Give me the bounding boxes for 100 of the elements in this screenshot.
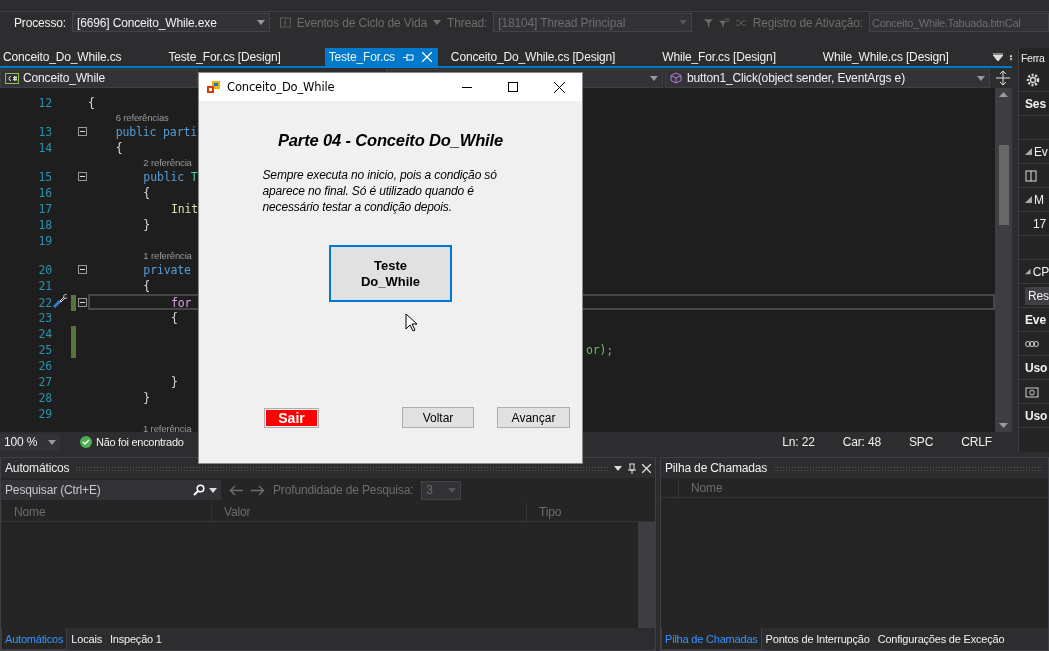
scrollbar-thumb[interactable]: [998, 145, 1009, 225]
panel-tab[interactable]: Pilha de Chamadas: [661, 628, 762, 650]
chain-icon[interactable]: [1025, 339, 1039, 348]
group-label: Ev: [1034, 144, 1048, 159]
change-marker: [71, 295, 76, 311]
whitespace-indicator: SPC: [909, 435, 934, 449]
line-number: 26: [37, 359, 52, 373]
code-line: private: [143, 263, 191, 277]
document-tab[interactable]: Conceito_Do_While.cs: [0, 48, 166, 66]
tab-list-icon[interactable]: [992, 53, 1003, 61]
line-number: 22: [37, 296, 52, 310]
code-line: or);: [586, 343, 614, 357]
process-label: Processo:: [14, 15, 66, 30]
back-button[interactable]: Voltar: [402, 407, 474, 428]
panel-tab[interactable]: Inspeção 1: [105, 628, 166, 650]
next-button[interactable]: Avançar: [497, 407, 570, 428]
metric-value: 17: [1033, 216, 1047, 231]
line-number: 17: [37, 202, 52, 216]
panel-tab[interactable]: Configurações de Exceção: [873, 628, 1009, 650]
pin-icon[interactable]: [628, 462, 636, 474]
collapse-icon[interactable]: [78, 298, 87, 307]
reference-count[interactable]: 1 referência: [88, 422, 192, 432]
search-icon[interactable]: [193, 484, 205, 496]
caret-icon: [448, 487, 457, 493]
csharp-file-icon: [5, 72, 19, 84]
line-number: 21: [37, 279, 52, 293]
panel-title[interactable]: Ferra: [1021, 52, 1045, 64]
code-line: Init: [171, 202, 199, 216]
line-number: 19: [37, 234, 52, 248]
code-line: {: [115, 141, 123, 155]
pointer-icon: [405, 313, 417, 332]
search-field[interactable]: Pesquisar (Ctrl+E): [1, 480, 221, 500]
caret-icon: [977, 75, 985, 81]
panel-tab[interactable]: Locais: [67, 628, 106, 650]
maximize-icon: [508, 82, 518, 92]
thread-label: Thread:: [446, 15, 488, 30]
collapse-icon[interactable]: [78, 127, 87, 136]
test-button[interactable]: Teste Do_While: [329, 245, 452, 302]
panel-tab[interactable]: Pontos de Interrupção: [761, 628, 874, 650]
flag-filter-icon[interactable]: [719, 16, 731, 29]
line-number: 15: [37, 170, 52, 184]
issues-status[interactable]: Não foi encontrado: [96, 436, 184, 448]
scrollbar[interactable]: [638, 522, 655, 628]
scrollbar[interactable]: [995, 88, 1012, 432]
back-arrow-icon[interactable]: [229, 484, 243, 496]
screwdriver-icon[interactable]: [52, 294, 67, 309]
columns-icon[interactable]: [1025, 169, 1037, 182]
code-line: public parti: [115, 125, 197, 139]
check-icon: [80, 436, 92, 448]
caret-icon: [48, 439, 56, 445]
panel-title: Pilha de Chamadas: [665, 461, 768, 475]
line-number: 13: [37, 125, 52, 139]
expander-icon[interactable]: [1025, 268, 1031, 275]
panel-heading: Ses: [1025, 96, 1046, 111]
close-icon: [553, 81, 565, 93]
process-dropdown[interactable]: [6696] Conceito_While.exe: [72, 13, 270, 32]
code-line: {: [88, 96, 95, 110]
close-icon[interactable]: [642, 463, 651, 473]
filter-icon[interactable]: [704, 16, 714, 29]
zoom-dropdown[interactable]: 100 %: [0, 433, 60, 451]
expander-icon[interactable]: [1025, 196, 1032, 203]
panel-tab[interactable]: Res: [1025, 286, 1049, 305]
group-label: CP: [1032, 264, 1049, 279]
member-dropdown[interactable]: button1_Click(object sender, EventArgs e): [665, 68, 990, 88]
caret-icon: [614, 465, 622, 471]
document-tab[interactable]: Conceito_Do_While.cs [Design]: [447, 48, 660, 66]
line-ending-indicator: CRLF: [961, 435, 992, 449]
document-tab[interactable]: While_For.cs [Design]: [659, 48, 820, 66]
caret-icon: [209, 487, 217, 493]
expander-icon[interactable]: [1025, 148, 1032, 155]
code-line: {: [171, 311, 178, 325]
camera-icon[interactable]: [1025, 385, 1039, 398]
panel-tab[interactable]: Automáticos: [1, 628, 68, 650]
scroll-up-icon[interactable]: [999, 92, 1008, 97]
line-number: 18: [37, 218, 52, 232]
line-number: 29: [37, 407, 52, 421]
exit-button[interactable]: Sair: [264, 407, 319, 428]
document-tab[interactable]: While_While.cs [Design]: [819, 48, 993, 66]
forward-arrow-icon[interactable]: [251, 484, 265, 496]
document-tab[interactable]: Teste_For.cs [Design]: [165, 48, 325, 66]
collapse-icon[interactable]: [78, 172, 87, 181]
caret-icon: [257, 20, 265, 25]
line-number: 20: [37, 263, 52, 277]
line-number: 25: [37, 343, 52, 357]
code-line: }: [171, 375, 178, 389]
line-number: 27: [37, 375, 52, 389]
reference-count[interactable]: 1 referência: [143, 249, 192, 262]
project-dropdown[interactable]: Conceito_While: [0, 68, 198, 88]
lightning-icon: [280, 16, 291, 29]
form-heading: Parte 04 - Conceito Do_While: [278, 131, 503, 150]
line-indicator: Ln: 22: [782, 435, 815, 449]
reference-count[interactable]: 2 referência: [143, 156, 192, 169]
collapse-icon[interactable]: [78, 265, 87, 274]
code-line: for: [171, 296, 192, 310]
minimize-icon: [462, 86, 472, 88]
scroll-down-icon[interactable]: [999, 423, 1008, 428]
split-icon[interactable]: [996, 71, 1010, 85]
code-line: {: [143, 279, 151, 293]
reference-count[interactable]: 6 referências: [115, 111, 169, 124]
panel-heading: Uso: [1025, 408, 1048, 423]
